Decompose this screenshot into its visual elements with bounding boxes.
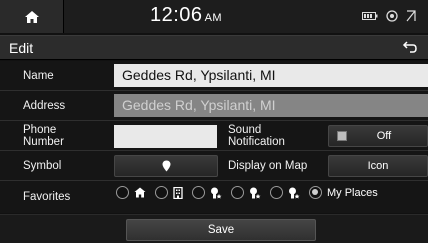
phone-number-field[interactable] — [114, 125, 217, 148]
status-icons — [362, 10, 416, 22]
clock-time: 12:06 — [150, 4, 203, 26]
favorite-my-places-radio[interactable] — [309, 186, 322, 199]
address-field: Geddes Rd, Ypsilanti, MI — [114, 94, 428, 117]
clock: 12:06 AM — [150, 4, 222, 27]
phone-sound-row: Phone Number Sound Notification Off — [0, 121, 428, 151]
footer-bar: Save — [0, 214, 428, 243]
home-icon — [134, 187, 146, 198]
signal-icon — [386, 10, 398, 22]
favorites-label: Favorites — [23, 191, 71, 203]
display-on-map-value: Icon — [367, 160, 389, 172]
sound-toggle-value: Off — [376, 130, 392, 142]
favorite-1-option[interactable] — [192, 186, 222, 199]
sound-label-line2: Notification — [228, 136, 285, 148]
sound-label-line1: Sound — [228, 124, 262, 136]
person-star-2-icon — [250, 187, 261, 198]
sound-notification-toggle[interactable]: Off — [328, 125, 428, 147]
favorite-3-radio[interactable] — [270, 186, 283, 199]
favorite-2-radio[interactable] — [231, 186, 244, 199]
home-icon — [24, 10, 39, 23]
favorite-1-radio[interactable] — [192, 186, 205, 199]
favorite-my-places-option[interactable]: My Places — [309, 186, 378, 199]
edit-form: Name Geddes Rd, Ypsilanti, MI Address Ge… — [0, 61, 428, 213]
favorite-home-radio[interactable] — [116, 186, 129, 199]
sound-checkbox — [337, 131, 347, 141]
display-on-map-button[interactable]: Icon — [328, 155, 428, 177]
home-button[interactable] — [0, 0, 64, 33]
battery-icon — [362, 12, 378, 20]
symbol-display-row: Symbol Display on Map Icon — [0, 151, 428, 181]
back-button[interactable] — [402, 40, 418, 59]
favorite-2-option[interactable] — [231, 186, 261, 199]
display-on-map-label: Display on Map — [228, 160, 308, 172]
status-bar: 12:06 AM — [0, 0, 428, 33]
my-places-label: My Places — [327, 186, 378, 199]
favorite-3-option[interactable] — [270, 186, 300, 199]
clock-ampm: AM — [204, 12, 223, 24]
symbol-label: Symbol — [23, 160, 62, 172]
favorites-row: Favorites My Places — [0, 181, 428, 213]
back-arrow-icon — [402, 41, 417, 53]
name-row: Name Geddes Rd, Ypsilanti, MI — [0, 61, 428, 91]
name-label: Name — [23, 70, 54, 82]
name-field[interactable]: Geddes Rd, Ypsilanti, MI — [114, 64, 428, 87]
phone-label-line1: Phone — [23, 124, 57, 136]
phone-label: Phone Number — [23, 124, 64, 148]
favorite-office-radio[interactable] — [155, 186, 168, 199]
network-icon — [406, 10, 416, 22]
title-bar: Edit — [0, 35, 428, 60]
phone-label-line2: Number — [23, 136, 64, 148]
address-row: Address Geddes Rd, Ypsilanti, MI — [0, 91, 428, 121]
save-button[interactable]: Save — [126, 219, 316, 241]
building-icon — [173, 186, 183, 199]
sound-notification-label: Sound Notification — [228, 124, 285, 148]
favorites-options: My Places — [116, 186, 387, 199]
person-star-3-icon — [289, 187, 300, 198]
map-pin-icon — [162, 160, 170, 172]
address-label: Address — [23, 100, 66, 112]
favorite-office-option[interactable] — [155, 186, 183, 199]
symbol-button[interactable] — [114, 155, 218, 177]
page-title: Edit — [9, 40, 34, 56]
favorite-home-option[interactable] — [116, 186, 146, 199]
person-star-1-icon — [211, 187, 222, 198]
